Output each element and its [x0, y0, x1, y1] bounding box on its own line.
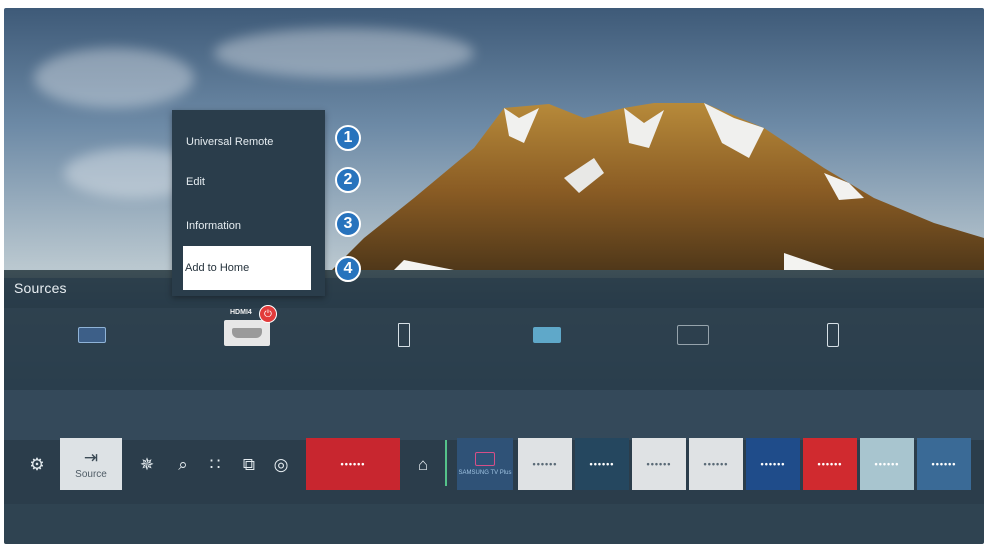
menu-item-edit[interactable]: Edit	[172, 164, 325, 200]
settings-button[interactable]: ⚙	[22, 438, 52, 490]
app-tile[interactable]: ••••••	[860, 438, 914, 490]
apps-icon: ∷	[209, 454, 221, 474]
app-tile[interactable]: ••••••	[917, 438, 971, 490]
power-icon: ⏻	[259, 305, 277, 323]
gear-icon: ⚙	[29, 454, 45, 474]
phone-icon	[827, 323, 839, 347]
app-tile[interactable]: ••••••	[689, 438, 743, 490]
multiview-icon: ⧉	[242, 454, 256, 474]
home-icon: ⌂	[417, 454, 429, 474]
callout-1: 1	[335, 125, 361, 151]
source-button[interactable]: ⇥ Source	[60, 438, 122, 490]
sources-lower-area	[4, 390, 984, 440]
menu-item-add-to-home[interactable]: Add to Home	[183, 246, 311, 290]
apps-button[interactable]: ∷	[202, 438, 228, 490]
app-tile[interactable]: ••••••	[306, 438, 400, 490]
search-icon: ⌕	[178, 454, 188, 474]
multiview-button[interactable]: ⧉	[236, 438, 262, 490]
callout-4: 4	[335, 256, 361, 282]
source-connection-guide[interactable]	[677, 315, 709, 355]
menu-item-universal-remote[interactable]: Universal Remote	[172, 124, 325, 160]
source-hdmi4[interactable]	[224, 320, 270, 346]
source-universal-remote[interactable]	[78, 315, 106, 355]
sources-title: Sources	[14, 280, 67, 296]
media-button[interactable]: ◎	[268, 438, 294, 490]
source-remote-access[interactable]	[827, 315, 839, 355]
source-icon: ⇥	[83, 447, 99, 467]
tv-icon	[475, 452, 495, 466]
source-label: Source	[75, 468, 107, 480]
app-tile[interactable]: ••••••	[803, 438, 857, 490]
divider	[445, 440, 447, 486]
hdmi-port-icon	[232, 328, 262, 338]
home-bar-bottom	[4, 504, 984, 544]
media-icon: ◎	[273, 454, 289, 474]
app-tile[interactable]: ••••••	[575, 438, 629, 490]
home-button[interactable]: ⌂	[410, 438, 436, 490]
connection-guide-icon	[677, 325, 709, 345]
hdmi-label: HDMI4	[230, 309, 252, 316]
context-menu: Universal Remote Edit Information Add to…	[172, 110, 325, 296]
app-tile[interactable]: ••••••	[632, 438, 686, 490]
search-button[interactable]: ⌕	[170, 438, 196, 490]
ambient-icon: ✵	[139, 454, 155, 474]
monitor-icon	[533, 327, 561, 343]
menu-item-information[interactable]: Information	[172, 208, 325, 244]
source-pc[interactable]	[533, 315, 561, 355]
ambient-button[interactable]: ✵	[134, 438, 160, 490]
tile-label: SAMSUNG TV Plus	[458, 470, 512, 476]
mountain-image	[4, 103, 984, 308]
app-tile[interactable]: ••••••	[746, 438, 800, 490]
usb-icon	[398, 323, 410, 347]
callout-2: 2	[335, 167, 361, 193]
samsung-tv-plus-tile[interactable]: SAMSUNG TV Plus	[457, 438, 513, 490]
app-tile[interactable]: ••••••	[518, 438, 572, 490]
callout-3: 3	[335, 211, 361, 237]
source-usb[interactable]	[398, 315, 410, 355]
remote-icon	[78, 327, 106, 343]
